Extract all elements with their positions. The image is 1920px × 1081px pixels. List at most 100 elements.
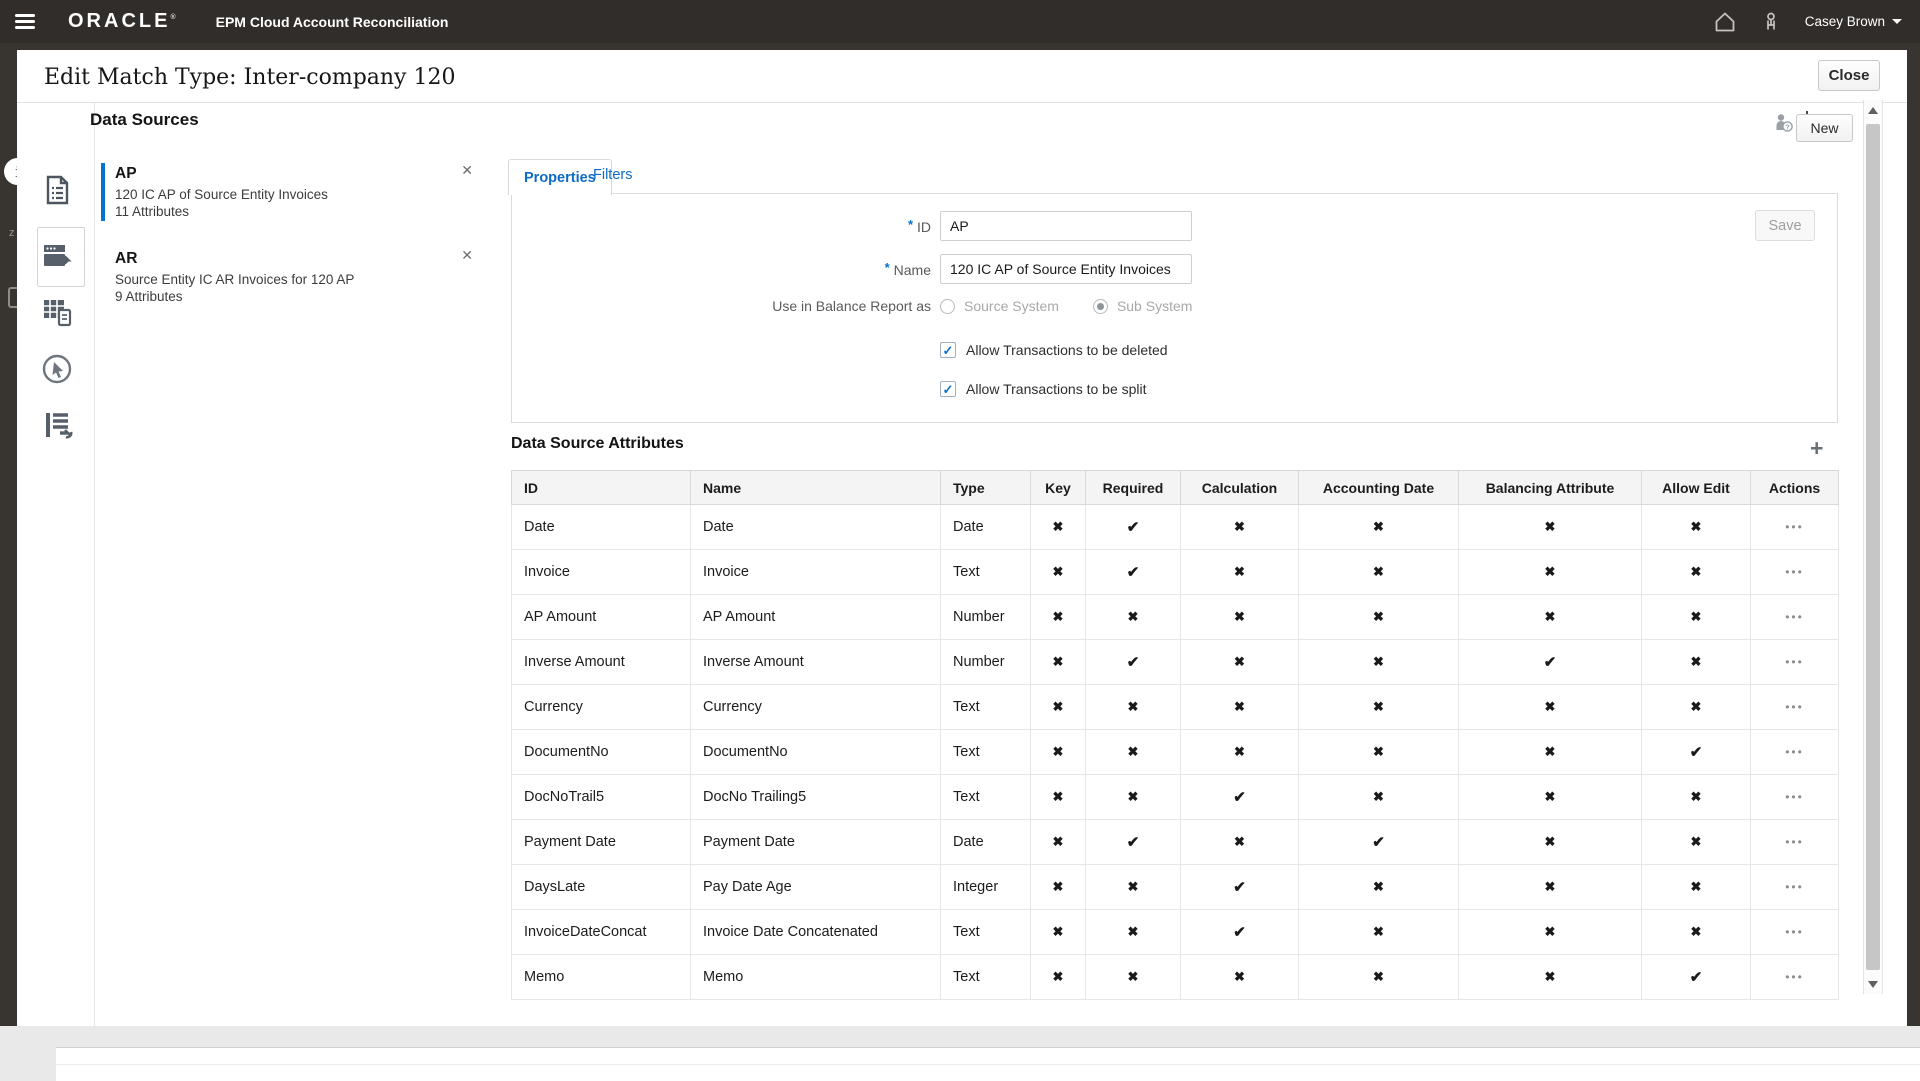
- data-source-card-ar[interactable]: ARSource Entity IC AR Invoices for 120 A…: [101, 248, 473, 306]
- row-actions-menu-button[interactable]: •••: [1779, 834, 1810, 850]
- row-actions-menu-button[interactable]: •••: [1779, 564, 1810, 580]
- table-row[interactable]: DocumentNoDocumentNoText✖✖✖✖✖✔•••: [512, 730, 1839, 775]
- cell-name: Inverse Amount: [691, 640, 941, 685]
- data-sources-icon[interactable]: [41, 240, 73, 272]
- row-actions-menu-button[interactable]: •••: [1779, 519, 1810, 535]
- cell-key: ✖: [1031, 775, 1086, 820]
- cell-balancing-attribute: ✖: [1459, 820, 1642, 865]
- accounting-date-cross-icon: ✖: [1373, 789, 1384, 804]
- accounting-date-cross-icon: ✖: [1373, 924, 1384, 939]
- radio-label: Sub System: [1117, 298, 1192, 314]
- underlying-table-fragment: [56, 1047, 1920, 1081]
- scroll-up-arrow[interactable]: [1864, 100, 1882, 120]
- match-process-settings-icon[interactable]: [41, 409, 73, 441]
- cell-allow-edit: ✖: [1642, 775, 1751, 820]
- row-actions-menu-button[interactable]: •••: [1779, 699, 1810, 715]
- cell-name: DocumentNo: [691, 730, 941, 775]
- cell-calculation: ✖: [1181, 550, 1299, 595]
- table-row[interactable]: Inverse AmountInverse AmountNumber✖✔✖✖✔✖…: [512, 640, 1839, 685]
- user-menu[interactable]: Casey Brown: [1805, 14, 1902, 29]
- cell-name: Memo: [691, 955, 941, 1000]
- table-row[interactable]: InvoiceDateConcatInvoice Date Concatenat…: [512, 910, 1839, 955]
- row-actions-menu-button[interactable]: •••: [1779, 609, 1810, 625]
- table-row[interactable]: InvoiceInvoiceText✖✔✖✖✖✖•••: [512, 550, 1839, 595]
- row-actions-menu-button[interactable]: •••: [1779, 789, 1810, 805]
- allow-edit-check-icon: ✔: [1690, 744, 1703, 761]
- home-icon[interactable]: [1713, 10, 1737, 34]
- tab-filters[interactable]: Filters: [593, 167, 632, 183]
- remove-data-source-icon[interactable]: ✕: [461, 162, 473, 179]
- user-profile-icon[interactable]: [1759, 10, 1783, 34]
- required-cross-icon: ✖: [1128, 924, 1139, 939]
- name-input[interactable]: [940, 254, 1192, 284]
- table-row[interactable]: CurrencyCurrencyText✖✖✖✖✖✖•••: [512, 685, 1839, 730]
- scrollbar-thumb[interactable]: [1866, 124, 1880, 970]
- checkbox[interactable]: [940, 342, 956, 358]
- edit-match-type-dialog: Edit Match Type: Inter-company 120 ? Clo…: [17, 50, 1907, 1026]
- key-cross-icon: ✖: [1053, 519, 1064, 534]
- calculation-check-icon: ✔: [1233, 879, 1246, 896]
- auto-match-icon[interactable]: [41, 353, 73, 385]
- table-row[interactable]: Payment DatePayment DateDate✖✔✖✔✖✖•••: [512, 820, 1839, 865]
- row-actions-menu-button[interactable]: •••: [1779, 969, 1810, 985]
- vertical-scrollbar[interactable]: [1863, 100, 1883, 994]
- cell-accounting-date: ✖: [1299, 685, 1459, 730]
- table-row[interactable]: DateDateDate✖✔✖✖✖✖•••: [512, 505, 1839, 550]
- cell-id: Date: [512, 505, 691, 550]
- balancing-attribute-cross-icon: ✖: [1545, 924, 1556, 939]
- properties-panel: Save *ID *Name Use in Balance Report as …: [511, 193, 1838, 423]
- cell-allow-edit: ✖: [1642, 550, 1751, 595]
- new-data-source-button[interactable]: New: [1796, 114, 1853, 142]
- cell-accounting-date: ✖: [1299, 640, 1459, 685]
- cell-balancing-attribute: ✖: [1459, 685, 1642, 730]
- data-source-card-ap[interactable]: AP120 IC AP of Source Entity Invoices11 …: [101, 163, 473, 221]
- table-row[interactable]: MemoMemoText✖✖✖✖✖✔•••: [512, 955, 1839, 1000]
- id-input[interactable]: [940, 211, 1192, 241]
- transaction-matching-icon[interactable]: [41, 296, 73, 328]
- cell-key: ✖: [1031, 730, 1086, 775]
- cell-allow-edit: ✔: [1642, 955, 1751, 1000]
- balance-report-label: Use in Balance Report as: [512, 298, 931, 314]
- row-actions-menu-button[interactable]: •••: [1779, 879, 1810, 895]
- radio-source-system[interactable]: [940, 299, 955, 314]
- hamburger-menu-icon[interactable]: [15, 14, 35, 29]
- cell-balancing-attribute: ✖: [1459, 730, 1642, 775]
- key-cross-icon: ✖: [1053, 834, 1064, 849]
- page-title: Edit Match Type: Inter-company 120: [44, 65, 455, 90]
- allow-edit-cross-icon: ✖: [1691, 924, 1702, 939]
- column-header-key: Key: [1031, 471, 1086, 505]
- cell-balancing-attribute: ✖: [1459, 910, 1642, 955]
- user-assistance-icon[interactable]: ?: [1773, 112, 1795, 134]
- required-cross-icon: ✖: [1128, 744, 1139, 759]
- required-cross-icon: ✖: [1128, 609, 1139, 624]
- remove-data-source-icon[interactable]: ✕: [461, 247, 473, 264]
- cell-required: ✖: [1086, 595, 1181, 640]
- table-row[interactable]: DocNoTrail5DocNo Trailing5Text✖✖✔✖✖✖•••: [512, 775, 1839, 820]
- add-attribute-icon[interactable]: +: [1810, 435, 1823, 462]
- oracle-logo: ORACLE®: [68, 10, 176, 33]
- cell-type: Text: [941, 955, 1031, 1000]
- allow-edit-cross-icon: ✖: [1691, 609, 1702, 624]
- row-actions-menu-button[interactable]: •••: [1779, 654, 1810, 670]
- allow-edit-cross-icon: ✖: [1691, 654, 1702, 669]
- close-button[interactable]: Close: [1818, 60, 1880, 91]
- table-row[interactable]: AP AmountAP AmountNumber✖✖✖✖✖✖•••: [512, 595, 1839, 640]
- table-row[interactable]: DaysLatePay Date AgeInteger✖✖✔✖✖✖•••: [512, 865, 1839, 910]
- key-cross-icon: ✖: [1053, 699, 1064, 714]
- row-actions-menu-button[interactable]: •••: [1779, 924, 1810, 940]
- data-source-attribute-count: 9 Attributes: [115, 289, 473, 304]
- cell-required: ✖: [1086, 955, 1181, 1000]
- match-type-properties-icon[interactable]: [41, 174, 73, 206]
- cell-type: Number: [941, 595, 1031, 640]
- cell-balancing-attribute: ✖: [1459, 955, 1642, 1000]
- cell-key: ✖: [1031, 685, 1086, 730]
- cell-id: Invoice: [512, 550, 691, 595]
- required-cross-icon: ✖: [1128, 879, 1139, 894]
- accounting-date-cross-icon: ✖: [1373, 969, 1384, 984]
- row-actions-menu-button[interactable]: •••: [1779, 744, 1810, 760]
- checkbox[interactable]: [940, 381, 956, 397]
- radio-sub-system[interactable]: [1093, 299, 1108, 314]
- cell-id: DaysLate: [512, 865, 691, 910]
- scroll-down-arrow[interactable]: [1864, 974, 1882, 994]
- data-source-id: AR: [115, 250, 473, 268]
